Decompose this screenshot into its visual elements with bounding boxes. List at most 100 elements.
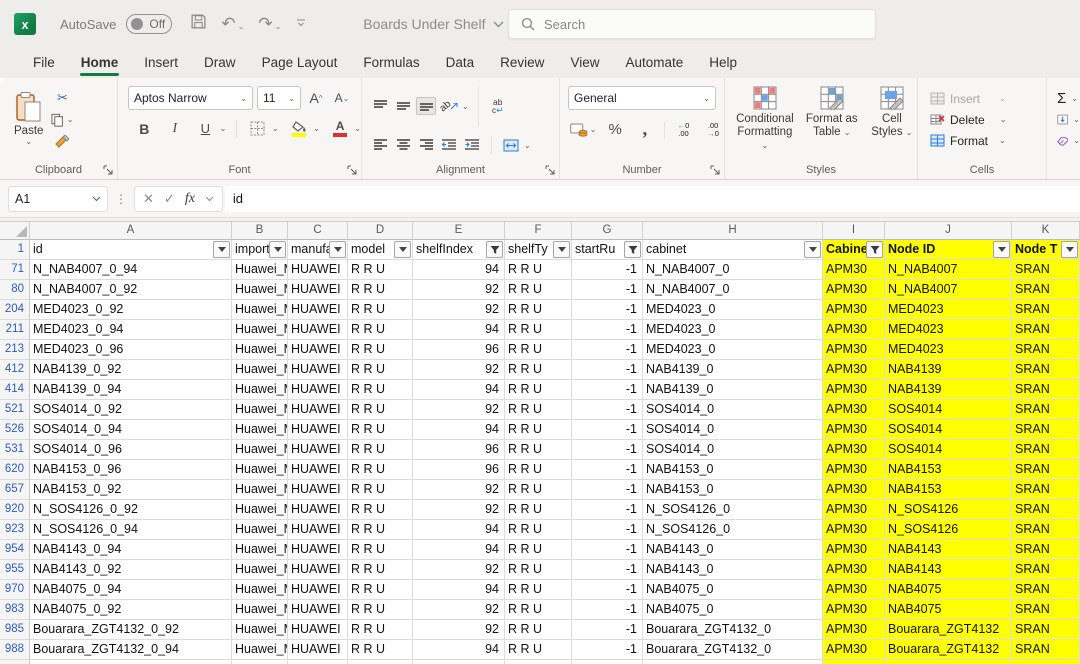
cell[interactable]: Huawei_M [232, 500, 288, 520]
cell[interactable]: R R U [348, 480, 413, 500]
cell[interactable]: R R U [348, 520, 413, 540]
format-cells-button[interactable]: Format⌄ [930, 130, 1046, 151]
cell[interactable]: SRAN [1012, 360, 1080, 380]
orientation-button[interactable]: ab [439, 97, 459, 115]
row-number[interactable]: 414 [0, 380, 30, 400]
cell[interactable]: NAB4143_0_94 [30, 540, 232, 560]
cell[interactable]: N_NAB4007 [885, 260, 1012, 280]
cell[interactable]: 96 [413, 440, 505, 460]
autosave-toggle[interactable]: Off [126, 14, 172, 34]
cell[interactable]: N_SOS4126 [885, 520, 1012, 540]
cell[interactable]: HUAWEI [288, 600, 348, 620]
cancel-entry-icon[interactable]: ✕ [143, 191, 154, 207]
column-header-I[interactable]: I [823, 222, 885, 240]
row-number[interactable]: 920 [0, 500, 30, 520]
cell[interactable]: -1 [572, 520, 643, 540]
cell[interactable]: Huawei_M [232, 580, 288, 600]
cell[interactable]: -1 [572, 420, 643, 440]
cell[interactable]: Bouarara_ZGT4132_0 [643, 620, 823, 640]
excel-app-icon[interactable]: x [14, 13, 36, 35]
cell[interactable]: R R U [348, 540, 413, 560]
font-size-select[interactable]: 11⌄ [257, 86, 301, 110]
cell[interactable]: APM30 [823, 580, 885, 600]
cell[interactable]: HUAWEI [288, 400, 348, 420]
cell[interactable]: SOS4014 [885, 400, 1012, 420]
column-header-H[interactable]: H [643, 222, 823, 240]
align-left-button[interactable] [370, 136, 390, 154]
column-header-F[interactable]: F [505, 222, 572, 240]
cell[interactable]: Huawei_M [232, 540, 288, 560]
cell[interactable]: SRAN [1012, 400, 1080, 420]
cell[interactable]: R R U [348, 360, 413, 380]
cell[interactable]: NAB4075_0 [643, 600, 823, 620]
decrease-indent-button[interactable] [439, 136, 459, 154]
cell[interactable]: R R U [505, 340, 572, 360]
accounting-format-button[interactable] [568, 120, 590, 139]
cell[interactable]: R R U [348, 620, 413, 640]
filter-dropdown-button[interactable] [553, 241, 570, 258]
cell[interactable]: N_SOS4126_0_94 [30, 520, 232, 540]
cell[interactable]: N_NAB4007 [885, 280, 1012, 300]
cell[interactable]: NAB4143 [885, 560, 1012, 580]
row-number[interactable]: 204 [0, 300, 30, 320]
cell[interactable]: Huawei_M [232, 280, 288, 300]
cell[interactable]: HUAWEI [288, 320, 348, 340]
cell[interactable]: APM30 [823, 300, 885, 320]
cell[interactable]: APM30 [823, 380, 885, 400]
cell[interactable]: R R U [505, 280, 572, 300]
cell[interactable]: NAB4153_0 [643, 480, 823, 500]
cell[interactable]: 92 [413, 600, 505, 620]
cell[interactable]: HUAWEI [288, 340, 348, 360]
cell[interactable]: Bouarara_ZGT4132 [885, 620, 1012, 640]
select-all-corner[interactable] [0, 222, 30, 240]
cell[interactable]: NAB4139_0 [643, 380, 823, 400]
delete-cells-button[interactable]: Delete⌄ [930, 109, 1046, 130]
increase-font-size-button[interactable]: A^ [305, 89, 327, 108]
cell[interactable]: N_NAB4007_0_94 [30, 260, 232, 280]
insert-function-button[interactable]: fx [185, 191, 195, 207]
cell[interactable]: N_SOS4126 [885, 500, 1012, 520]
cell[interactable]: SRAN [1012, 640, 1080, 660]
cell[interactable]: Huawei_M [232, 420, 288, 440]
cell[interactable]: 94 [413, 540, 505, 560]
cell-header-node-id[interactable]: Node ID [885, 240, 1012, 260]
cell[interactable]: 96 [413, 460, 505, 480]
cell[interactable]: N_NAB4007_0 [643, 280, 823, 300]
tab-file[interactable]: File [20, 50, 68, 78]
cell[interactable]: HUAWEI [288, 460, 348, 480]
cell[interactable]: NAB4139_0_94 [30, 380, 232, 400]
cell-header-shelfty[interactable]: shelfTy [505, 240, 572, 260]
row-number[interactable]: 521 [0, 400, 30, 420]
cell[interactable]: R R U [505, 560, 572, 580]
cell[interactable]: -1 [572, 540, 643, 560]
cell[interactable]: SRAN [1012, 520, 1080, 540]
tab-help[interactable]: Help [696, 50, 750, 78]
cell[interactable]: APM30 [823, 460, 885, 480]
tab-page-layout[interactable]: Page Layout [249, 50, 351, 78]
cell[interactable]: APM30 [823, 600, 885, 620]
cell[interactable]: R R U [505, 620, 572, 640]
number-dialog-launcher[interactable] [710, 165, 720, 175]
cell[interactable]: N_SOS4126_0 [643, 520, 823, 540]
cell[interactable]: R R U [505, 300, 572, 320]
cell-header-manufa[interactable]: manufa [288, 240, 348, 260]
cell[interactable]: 92 [413, 560, 505, 580]
cell[interactable]: HUAWEI [288, 480, 348, 500]
cell[interactable]: MED4023_0_96 [30, 340, 232, 360]
cell[interactable]: -1 [572, 640, 643, 660]
undo-button[interactable]: ↶⌄ [221, 14, 244, 34]
formula-input[interactable]: id [225, 186, 1080, 212]
increase-decimal-button[interactable]: ←0.00 [673, 120, 695, 139]
name-box[interactable]: A1 [8, 186, 108, 212]
cell[interactable]: Bouarara_ZGT4132 [885, 640, 1012, 660]
cell[interactable]: R R U [505, 580, 572, 600]
cell[interactable]: 94 [413, 320, 505, 340]
cell[interactable]: R R U [505, 260, 572, 280]
cell[interactable]: NAB4075 [885, 600, 1012, 620]
search-input[interactable] [544, 17, 844, 32]
cell[interactable]: HUAWEI [288, 500, 348, 520]
clear-button[interactable]: ⌄ [1057, 130, 1080, 151]
cell[interactable]: Huawei_M [232, 600, 288, 620]
cell[interactable]: MED4023_0 [643, 320, 823, 340]
cell[interactable]: APM30 [823, 520, 885, 540]
